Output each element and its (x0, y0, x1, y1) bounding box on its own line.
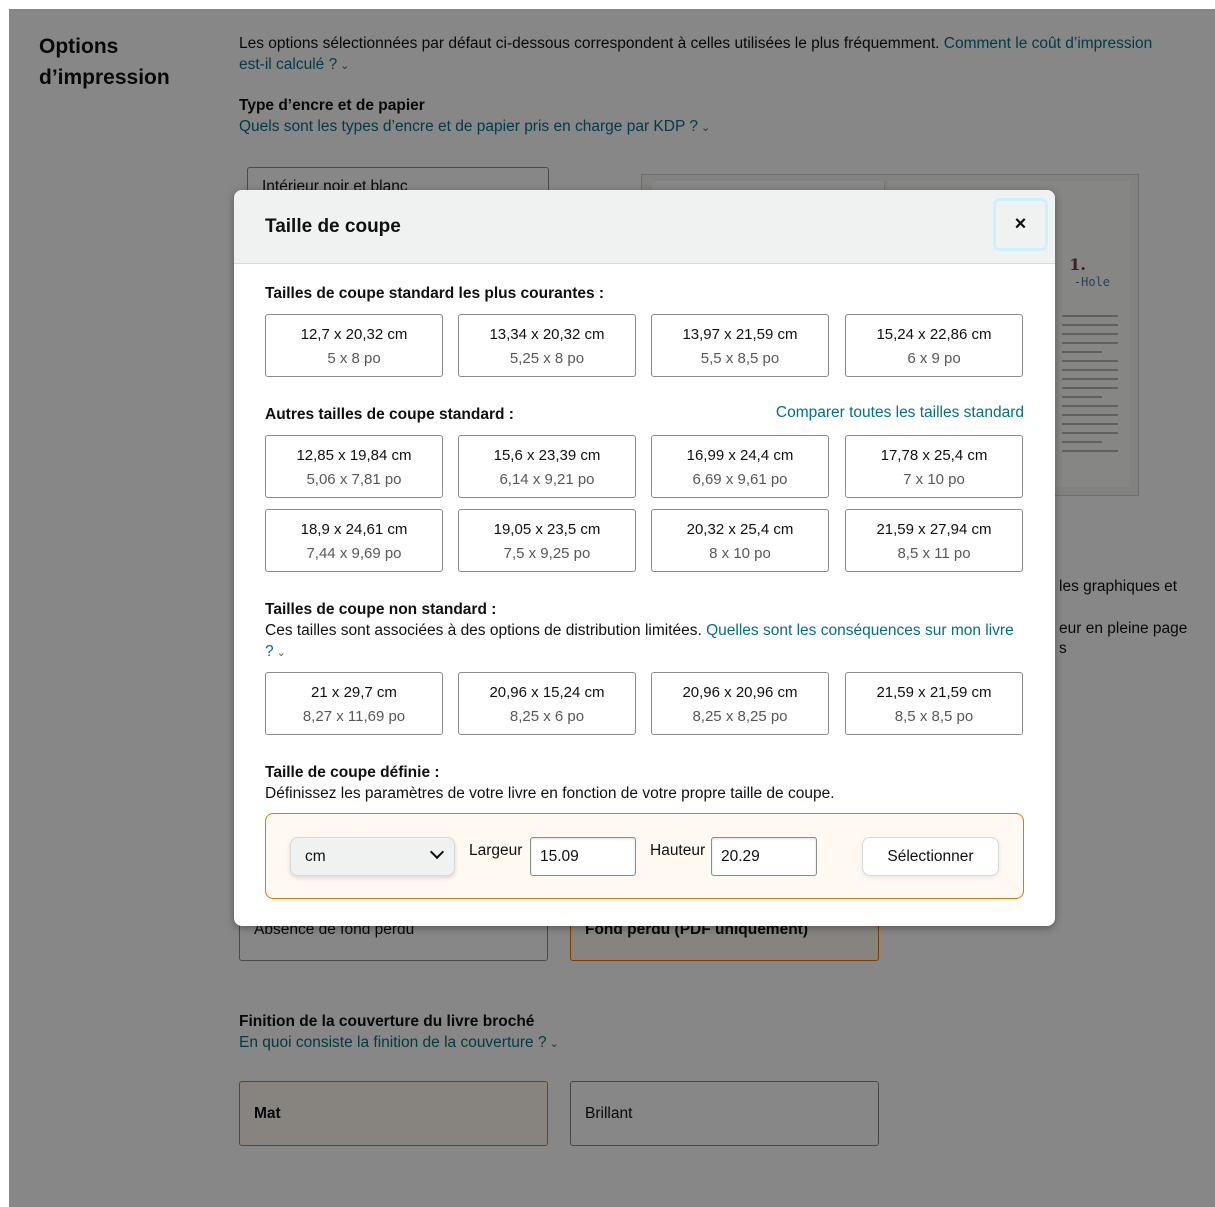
width-label: Largeur (469, 842, 523, 859)
size-inch-label: 8,25 x 8,25 po (692, 708, 788, 725)
other-size-button[interactable]: 12,85 x 19,84 cm 5,06 x 7,81 po (265, 435, 443, 498)
nonstandard-sizes-heading: Tailles de coupe non standard : (265, 601, 497, 618)
size-cm-label: 17,78 x 25,4 cm (880, 447, 988, 464)
other-size-button[interactable]: 18,9 x 24,61 cm 7,44 x 9,69 po (265, 509, 443, 572)
size-cm-label: 16,99 x 24,4 cm (686, 447, 794, 464)
standard-size-button[interactable]: 15,24 x 22,86 cm 6 x 9 po (845, 314, 1023, 377)
size-inch-label: 5 x 8 po (327, 350, 381, 367)
other-size-button[interactable]: 17,78 x 25,4 cm 7 x 10 po (845, 435, 1023, 498)
custom-size-heading: Taille de coupe définie : (265, 764, 440, 781)
size-inch-label: 8 x 10 po (709, 545, 771, 562)
size-cm-label: 20,96 x 15,24 cm (489, 684, 605, 701)
standard-size-button[interactable]: 12,7 x 20,32 cm 5 x 8 po (265, 314, 443, 377)
nonstandard-text: Ces tailles sont associées à des options… (265, 622, 707, 639)
width-input[interactable]: 15.09 (530, 837, 636, 876)
nonstandard-description: Ces tailles sont associées à des options… (265, 620, 1025, 664)
size-inch-label: 7,5 x 9,25 po (503, 545, 591, 562)
size-inch-label: 5,25 x 8 po (509, 350, 585, 367)
size-inch-label: 6,14 x 9,21 po (499, 471, 595, 488)
size-cm-label: 12,7 x 20,32 cm (300, 326, 408, 343)
size-cm-label: 12,85 x 19,84 cm (296, 447, 412, 464)
size-cm-label: 21,59 x 21,59 cm (876, 684, 992, 701)
height-label: Hauteur (650, 842, 706, 859)
other-size-button[interactable]: 21,59 x 27,94 cm 8,5 x 11 po (845, 509, 1023, 572)
size-inch-label: 8,25 x 6 po (509, 708, 585, 725)
standard-size-button[interactable]: 13,97 x 21,59 cm 5,5 x 8,5 po (651, 314, 829, 377)
size-inch-label: 8,5 x 8,5 po (894, 708, 974, 725)
size-inch-label: 8,5 x 11 po (897, 545, 971, 562)
trim-size-modal: Taille de coupe × Tailles de coupe stand… (234, 190, 1055, 926)
size-inch-label: 5,06 x 7,81 po (306, 471, 402, 488)
size-inch-label: 6 x 9 po (907, 350, 961, 367)
chevron-down-icon (429, 844, 445, 860)
size-cm-label: 18,9 x 24,61 cm (300, 521, 408, 538)
size-cm-label: 20,96 x 20,96 cm (682, 684, 798, 701)
size-cm-label: 21,59 x 27,94 cm (876, 521, 992, 538)
nonstandard-size-button[interactable]: 20,96 x 20,96 cm 8,25 x 8,25 po (651, 672, 829, 735)
standard-size-button[interactable]: 13,34 x 20,32 cm 5,25 x 8 po (458, 314, 636, 377)
modal-header: Taille de coupe × (234, 190, 1055, 264)
custom-size-panel: cm Largeur 15.09 Hauteur 20.29 Sélection… (265, 813, 1024, 899)
nonstandard-size-button[interactable]: 20,96 x 15,24 cm 8,25 x 6 po (458, 672, 636, 735)
nonstandard-size-button[interactable]: 21 x 29,7 cm 8,27 x 11,69 po (265, 672, 443, 735)
size-inch-label: 6,69 x 9,61 po (692, 471, 788, 488)
frame-top (0, 0, 1215, 9)
size-cm-label: 13,97 x 21,59 cm (682, 326, 798, 343)
other-size-button[interactable]: 20,32 x 25,4 cm 8 x 10 po (651, 509, 829, 572)
close-icon: × (1014, 213, 1027, 235)
other-size-button[interactable]: 16,99 x 24,4 cm 6,69 x 9,61 po (651, 435, 829, 498)
height-input[interactable]: 20.29 (711, 837, 817, 876)
size-cm-label: 19,05 x 23,5 cm (493, 521, 601, 538)
select-button[interactable]: Sélectionner (862, 837, 999, 876)
frame-left (0, 0, 9, 1207)
size-inch-label: 7 x 10 po (903, 471, 965, 488)
chevron-down-icon: ⌄ (276, 647, 286, 659)
modal-title: Taille de coupe (265, 216, 401, 237)
custom-size-description: Définissez les paramètres de votre livre… (265, 785, 835, 802)
size-cm-label: 15,24 x 22,86 cm (876, 326, 992, 343)
close-button[interactable]: × (993, 198, 1048, 251)
unit-select-value: cm (305, 847, 326, 865)
other-size-button[interactable]: 19,05 x 23,5 cm 7,5 x 9,25 po (458, 509, 636, 572)
size-cm-label: 15,6 x 23,39 cm (493, 447, 601, 464)
standard-sizes-heading: Tailles de coupe standard les plus coura… (265, 285, 605, 302)
size-inch-label: 5,5 x 8,5 po (700, 350, 780, 367)
other-sizes-heading: Autres tailles de coupe standard : (265, 406, 514, 423)
other-size-button[interactable]: 15,6 x 23,39 cm 6,14 x 9,21 po (458, 435, 636, 498)
size-cm-label: 21 x 29,7 cm (311, 684, 397, 701)
size-inch-label: 7,44 x 9,69 po (306, 545, 402, 562)
compare-sizes-link[interactable]: Comparer toutes les tailles standard (776, 404, 1024, 422)
nonstandard-size-button[interactable]: 21,59 x 21,59 cm 8,5 x 8,5 po (845, 672, 1023, 735)
size-cm-label: 13,34 x 20,32 cm (489, 326, 605, 343)
size-cm-label: 20,32 x 25,4 cm (686, 521, 794, 538)
unit-select[interactable]: cm (290, 837, 455, 876)
size-inch-label: 8,27 x 11,69 po (302, 708, 406, 725)
